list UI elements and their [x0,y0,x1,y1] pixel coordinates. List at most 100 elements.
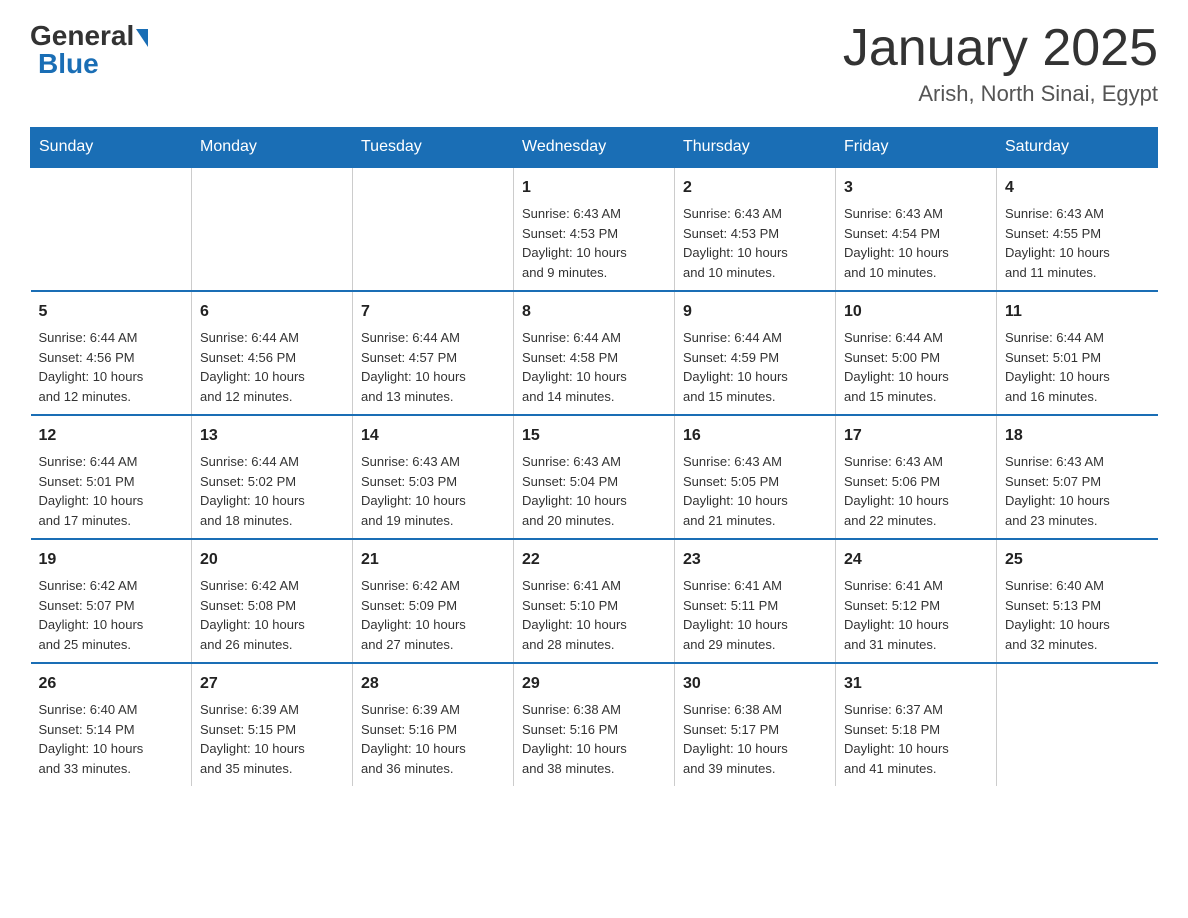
weekday-header-tuesday: Tuesday [353,128,514,168]
day-number: 30 [683,672,827,696]
page-header: General Blue January 2025 Arish, North S… [30,20,1158,107]
weekday-header-wednesday: Wednesday [514,128,675,168]
calendar-cell [353,167,514,291]
calendar-week-row: 1 Sunrise: 6:43 AM Sunset: 4:53 PM Daylig… [31,167,1158,291]
day-info: Sunrise: 6:42 AM Sunset: 5:09 PM Dayligh… [361,576,505,654]
day-info: Sunrise: 6:44 AM Sunset: 4:58 PM Dayligh… [522,328,666,406]
day-info: Sunrise: 6:38 AM Sunset: 5:17 PM Dayligh… [683,700,827,778]
calendar-cell: 3 Sunrise: 6:43 AM Sunset: 4:54 PM Daylig… [836,167,997,291]
day-number: 14 [361,424,505,448]
day-info: Sunrise: 6:43 AM Sunset: 4:55 PM Dayligh… [1005,204,1150,282]
day-info: Sunrise: 6:42 AM Sunset: 5:08 PM Dayligh… [200,576,344,654]
day-number: 11 [1005,300,1150,324]
month-title: January 2025 [843,20,1158,77]
day-info: Sunrise: 6:40 AM Sunset: 5:14 PM Dayligh… [39,700,184,778]
weekday-header-thursday: Thursday [675,128,836,168]
calendar-cell: 29 Sunrise: 6:38 AM Sunset: 5:16 PM Dayli… [514,663,675,786]
title-block: January 2025 Arish, North Sinai, Egypt [843,20,1158,107]
day-info: Sunrise: 6:44 AM Sunset: 5:00 PM Dayligh… [844,328,988,406]
day-info: Sunrise: 6:43 AM Sunset: 5:07 PM Dayligh… [1005,452,1150,530]
day-info: Sunrise: 6:40 AM Sunset: 5:13 PM Dayligh… [1005,576,1150,654]
calendar-cell: 23 Sunrise: 6:41 AM Sunset: 5:11 PM Dayli… [675,539,836,663]
day-number: 28 [361,672,505,696]
calendar-cell: 7Sunrise: 6:44 AM Sunset: 4:57 PM Daylig… [353,291,514,415]
day-number: 19 [39,548,184,572]
calendar-cell: 18 Sunrise: 6:43 AM Sunset: 5:07 PM Dayli… [997,415,1158,539]
calendar-cell: 21Sunrise: 6:42 AM Sunset: 5:09 PM Dayli… [353,539,514,663]
day-number: 10 [844,300,988,324]
day-info: Sunrise: 6:41 AM Sunset: 5:11 PM Dayligh… [683,576,827,654]
day-info: Sunrise: 6:38 AM Sunset: 5:16 PM Dayligh… [522,700,666,778]
weekday-header-friday: Friday [836,128,997,168]
calendar-cell: 5 Sunrise: 6:44 AM Sunset: 4:56 PM Daylig… [31,291,192,415]
day-info: Sunrise: 6:42 AM Sunset: 5:07 PM Dayligh… [39,576,184,654]
day-info: Sunrise: 6:44 AM Sunset: 5:02 PM Dayligh… [200,452,344,530]
calendar-cell: 4 Sunrise: 6:43 AM Sunset: 4:55 PM Daylig… [997,167,1158,291]
day-number: 1 [522,176,666,200]
calendar-week-row: 5 Sunrise: 6:44 AM Sunset: 4:56 PM Daylig… [31,291,1158,415]
day-number: 26 [39,672,184,696]
calendar-cell: 10 Sunrise: 6:44 AM Sunset: 5:00 PM Dayli… [836,291,997,415]
calendar-cell: 13 Sunrise: 6:44 AM Sunset: 5:02 PM Dayli… [192,415,353,539]
calendar-week-row: 26 Sunrise: 6:40 AM Sunset: 5:14 PM Dayli… [31,663,1158,786]
day-number: 29 [522,672,666,696]
calendar-cell: 1 Sunrise: 6:43 AM Sunset: 4:53 PM Daylig… [514,167,675,291]
calendar-cell: 31 Sunrise: 6:37 AM Sunset: 5:18 PM Dayli… [836,663,997,786]
calendar-cell: 22Sunrise: 6:41 AM Sunset: 5:10 PM Dayli… [514,539,675,663]
day-number: 25 [1005,548,1150,572]
calendar-cell: 20 Sunrise: 6:42 AM Sunset: 5:08 PM Dayli… [192,539,353,663]
day-info: Sunrise: 6:43 AM Sunset: 4:53 PM Dayligh… [683,204,827,282]
day-info: Sunrise: 6:39 AM Sunset: 5:15 PM Dayligh… [200,700,344,778]
day-number: 3 [844,176,988,200]
calendar-cell: 30 Sunrise: 6:38 AM Sunset: 5:17 PM Dayli… [675,663,836,786]
calendar-table: SundayMondayTuesdayWednesdayThursdayFrid… [30,127,1158,786]
day-number: 12 [39,424,184,448]
day-number: 4 [1005,176,1150,200]
day-number: 6 [200,300,344,324]
day-number: 31 [844,672,988,696]
calendar-cell: 12Sunrise: 6:44 AM Sunset: 5:01 PM Dayli… [31,415,192,539]
day-info: Sunrise: 6:37 AM Sunset: 5:18 PM Dayligh… [844,700,988,778]
day-number: 18 [1005,424,1150,448]
calendar-cell: 25 Sunrise: 6:40 AM Sunset: 5:13 PM Dayli… [997,539,1158,663]
weekday-header-sunday: Sunday [31,128,192,168]
day-number: 17 [844,424,988,448]
calendar-cell: 6Sunrise: 6:44 AM Sunset: 4:56 PM Daylig… [192,291,353,415]
day-number: 24 [844,548,988,572]
calendar-cell [31,167,192,291]
day-info: Sunrise: 6:44 AM Sunset: 4:57 PM Dayligh… [361,328,505,406]
calendar-week-row: 19 Sunrise: 6:42 AM Sunset: 5:07 PM Dayli… [31,539,1158,663]
calendar-cell: 8 Sunrise: 6:44 AM Sunset: 4:58 PM Daylig… [514,291,675,415]
logo-blue-text: Blue [38,48,99,80]
day-number: 15 [522,424,666,448]
day-number: 8 [522,300,666,324]
day-info: Sunrise: 6:43 AM Sunset: 4:53 PM Dayligh… [522,204,666,282]
day-number: 9 [683,300,827,324]
calendar-week-row: 12Sunrise: 6:44 AM Sunset: 5:01 PM Dayli… [31,415,1158,539]
weekday-header-row: SundayMondayTuesdayWednesdayThursdayFrid… [31,128,1158,168]
day-info: Sunrise: 6:41 AM Sunset: 5:10 PM Dayligh… [522,576,666,654]
calendar-cell [192,167,353,291]
calendar-cell: 17 Sunrise: 6:43 AM Sunset: 5:06 PM Dayli… [836,415,997,539]
day-info: Sunrise: 6:43 AM Sunset: 4:54 PM Dayligh… [844,204,988,282]
day-number: 13 [200,424,344,448]
calendar-cell: 16Sunrise: 6:43 AM Sunset: 5:05 PM Dayli… [675,415,836,539]
day-info: Sunrise: 6:44 AM Sunset: 4:59 PM Dayligh… [683,328,827,406]
day-info: Sunrise: 6:44 AM Sunset: 5:01 PM Dayligh… [1005,328,1150,406]
day-number: 5 [39,300,184,324]
calendar-body: 1 Sunrise: 6:43 AM Sunset: 4:53 PM Daylig… [31,167,1158,786]
calendar-cell: 2Sunrise: 6:43 AM Sunset: 4:53 PM Daylig… [675,167,836,291]
day-info: Sunrise: 6:43 AM Sunset: 5:06 PM Dayligh… [844,452,988,530]
logo: General Blue [30,20,148,80]
calendar-cell: 19 Sunrise: 6:42 AM Sunset: 5:07 PM Dayli… [31,539,192,663]
day-info: Sunrise: 6:41 AM Sunset: 5:12 PM Dayligh… [844,576,988,654]
location-subtitle: Arish, North Sinai, Egypt [843,81,1158,107]
day-info: Sunrise: 6:39 AM Sunset: 5:16 PM Dayligh… [361,700,505,778]
day-number: 23 [683,548,827,572]
calendar-cell: 26 Sunrise: 6:40 AM Sunset: 5:14 PM Dayli… [31,663,192,786]
day-info: Sunrise: 6:44 AM Sunset: 4:56 PM Dayligh… [39,328,184,406]
calendar-cell [997,663,1158,786]
day-number: 20 [200,548,344,572]
day-number: 27 [200,672,344,696]
weekday-header-monday: Monday [192,128,353,168]
